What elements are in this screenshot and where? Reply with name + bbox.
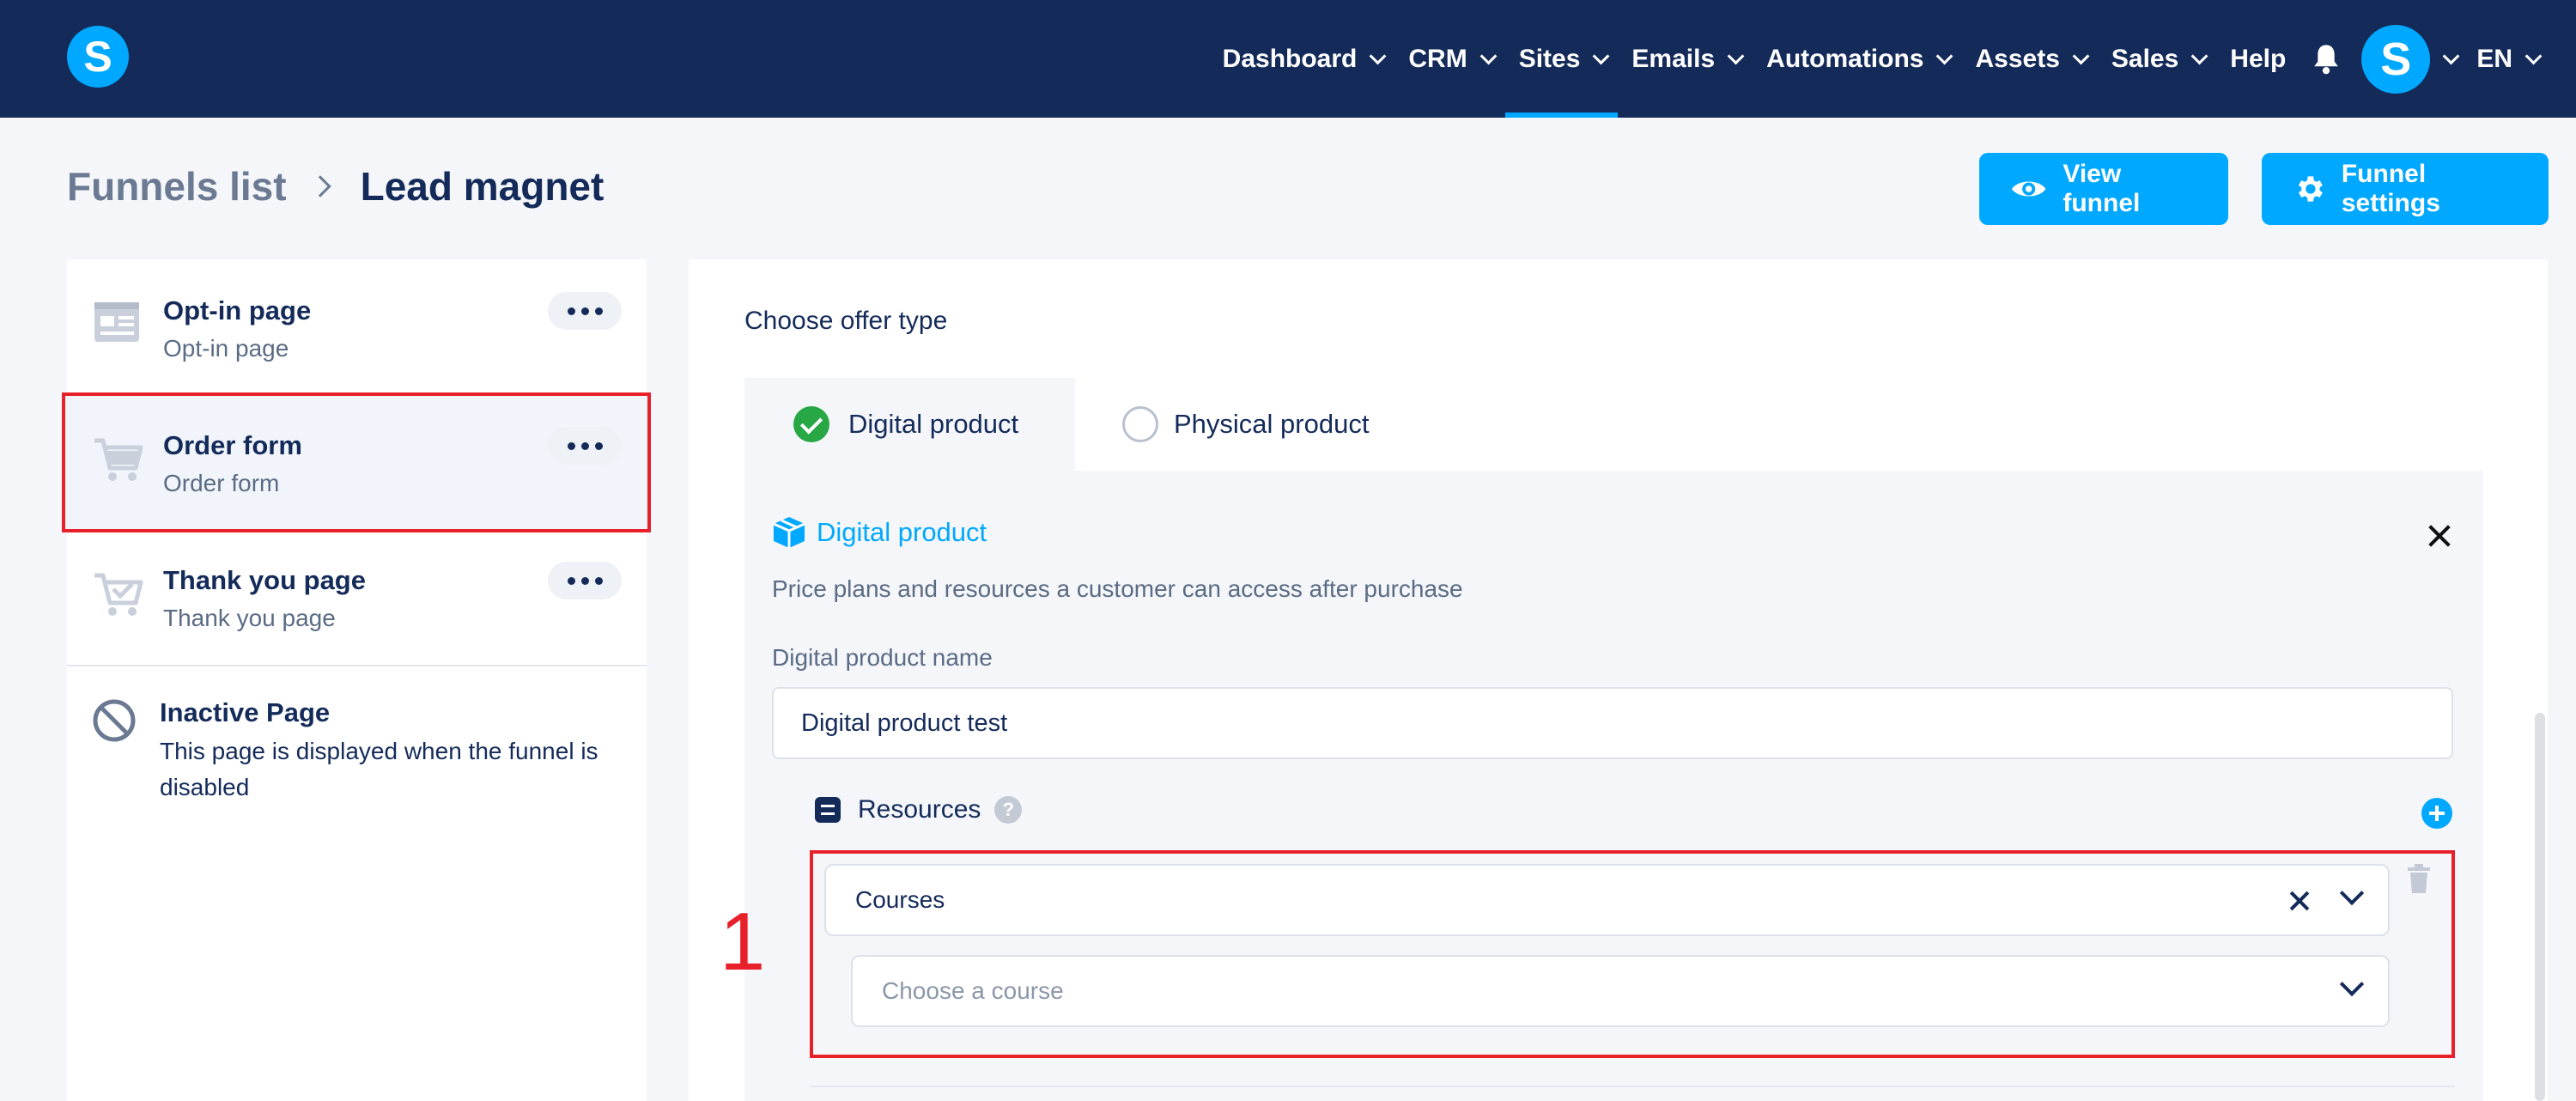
dot-icon <box>567 576 575 585</box>
radio-empty-icon <box>1122 406 1158 442</box>
breadcrumb-funnels-list[interactable]: Funnels list <box>67 163 287 210</box>
section-divider <box>810 1086 2455 1087</box>
tab-digital-label: Digital product <box>848 409 1019 439</box>
scrollbar[interactable] <box>2535 713 2545 1101</box>
funnel-settings-button[interactable]: Funnel settings <box>2262 153 2549 225</box>
product-name-input[interactable]: Digital product test <box>772 687 2453 759</box>
nav-emails-label: Emails <box>1631 44 1716 73</box>
nav-automations-label: Automations <box>1766 44 1924 73</box>
resource-type-value: Courses <box>855 886 945 913</box>
form-icon <box>94 302 139 342</box>
page-title-inactive: Inactive Page <box>160 697 331 727</box>
chevron-down-icon[interactable] <box>2339 880 2365 906</box>
page-subtitle-inactive: This page is displayed when the funnel i… <box>160 738 598 800</box>
add-resource-button[interactable] <box>2421 798 2452 829</box>
nav-dashboard[interactable]: Dashboard <box>1209 0 1395 118</box>
nav-automations[interactable]: Automations <box>1753 0 1961 118</box>
more-options-button[interactable] <box>548 562 622 599</box>
breadcrumb: Funnels list Lead magnet <box>67 163 604 210</box>
chevron-down-icon <box>2072 47 2090 64</box>
chevron-down-icon[interactable] <box>2339 971 2365 997</box>
chevron-right-icon <box>308 175 331 198</box>
trash-icon[interactable] <box>2407 864 2431 893</box>
nav-sites-label: Sites <box>1518 44 1581 73</box>
product-name-label: Digital product name <box>772 644 993 671</box>
bell-icon[interactable] <box>2312 44 2341 75</box>
view-funnel-button[interactable]: View funnel <box>1979 153 2228 225</box>
chevron-down-icon <box>1479 47 1498 64</box>
tab-digital-product[interactable]: Digital product <box>744 378 1075 471</box>
nav-help-label: Help <box>2230 44 2287 73</box>
dot-icon <box>594 307 603 315</box>
nav-sales-label: Sales <box>2111 44 2179 73</box>
nav-crm-label: CRM <box>1408 44 1467 73</box>
nav-crm[interactable]: CRM <box>1394 0 1504 118</box>
nav-sites[interactable]: Sites <box>1504 0 1619 118</box>
course-select-placeholder: Choose a course <box>882 977 1064 1004</box>
checklist-icon <box>815 797 841 823</box>
box-icon <box>773 517 805 548</box>
nav-menu: Dashboard CRM Sites Emails Automations A… <box>1209 0 2550 118</box>
funnel-settings-label: Funnel settings <box>2341 160 2440 217</box>
nav-sales[interactable]: Sales <box>2098 0 2216 118</box>
page-title-thank-you: Thank you page <box>163 565 366 595</box>
section-description: Price plans and resources a customer can… <box>772 575 1463 602</box>
nav-help[interactable]: Help <box>2216 0 2300 118</box>
avatar: S <box>2361 24 2431 94</box>
language-selector[interactable]: EN <box>2463 0 2550 118</box>
nav-emails[interactable]: Emails <box>1618 0 1753 118</box>
page-item-thank-you[interactable]: Thank you page Thank you page <box>67 529 647 665</box>
annotation-marker: 1 <box>720 896 766 988</box>
chevron-down-icon <box>2190 47 2208 64</box>
nav-assets-label: Assets <box>1975 44 2060 73</box>
dot-icon <box>594 576 603 585</box>
page-title: Lead magnet <box>360 164 605 209</box>
clear-icon[interactable] <box>2290 891 2309 910</box>
tab-physical-product[interactable]: Physical product <box>1122 378 1369 471</box>
page-item-inactive[interactable]: Inactive Page This page is displayed whe… <box>67 666 647 838</box>
view-funnel-label: View funnel <box>2063 160 2141 217</box>
chevron-down-icon <box>1936 47 1953 64</box>
resources-header: Resources ? <box>815 795 1023 824</box>
page-subtitle-thank-you: Thank you page <box>163 605 336 631</box>
page-subtitle-opt-in: Opt-in page <box>163 335 289 362</box>
cart-check-icon <box>94 573 143 616</box>
section-title: Digital product <box>772 515 987 550</box>
page-title-opt-in: Opt-in page <box>163 295 312 325</box>
language-label: EN <box>2476 44 2512 73</box>
resources-label: Resources <box>858 795 981 824</box>
offer-type-label: Choose offer type <box>744 307 948 335</box>
nav-assets[interactable]: Assets <box>1961 0 2097 118</box>
more-options-button[interactable] <box>548 292 622 330</box>
top-navigation: S Dashboard CRM Sites Emails Automations… <box>0 0 2576 118</box>
funnel-pages-sidebar: Opt-in page Opt-in page Order form Order… <box>67 259 647 1101</box>
nav-dashboard-label: Dashboard <box>1222 44 1358 73</box>
close-icon[interactable] <box>2427 524 2451 548</box>
dot-icon <box>580 307 589 315</box>
app-logo[interactable]: S <box>67 26 129 88</box>
resource-type-select[interactable]: Courses <box>824 864 2390 936</box>
digital-product-section: Digital product Price plans and resource… <box>744 471 2483 1101</box>
chevron-down-icon <box>1727 47 1745 64</box>
chevron-down-icon <box>2524 47 2543 64</box>
dot-icon <box>580 576 589 585</box>
chevron-down-icon <box>1593 47 1610 64</box>
tab-physical-label: Physical product <box>1174 409 1370 439</box>
chevron-down-icon <box>1370 47 1387 64</box>
selected-page-highlight <box>62 392 651 532</box>
offer-editor-panel: Choose offer type Digital product Physic… <box>689 259 2548 1101</box>
ban-icon <box>93 699 136 742</box>
eye-icon <box>2011 181 2046 197</box>
dot-icon <box>567 307 575 315</box>
check-circle-icon <box>793 406 829 442</box>
gear-icon <box>2298 176 2323 202</box>
section-title-text: Digital product <box>817 517 987 547</box>
page-item-opt-in[interactable]: Opt-in page Opt-in page <box>67 259 647 395</box>
user-menu[interactable]: S <box>2353 0 2463 118</box>
course-select[interactable]: Choose a course <box>851 955 2390 1027</box>
chevron-down-icon <box>2442 47 2460 64</box>
help-icon[interactable]: ? <box>994 796 1023 824</box>
